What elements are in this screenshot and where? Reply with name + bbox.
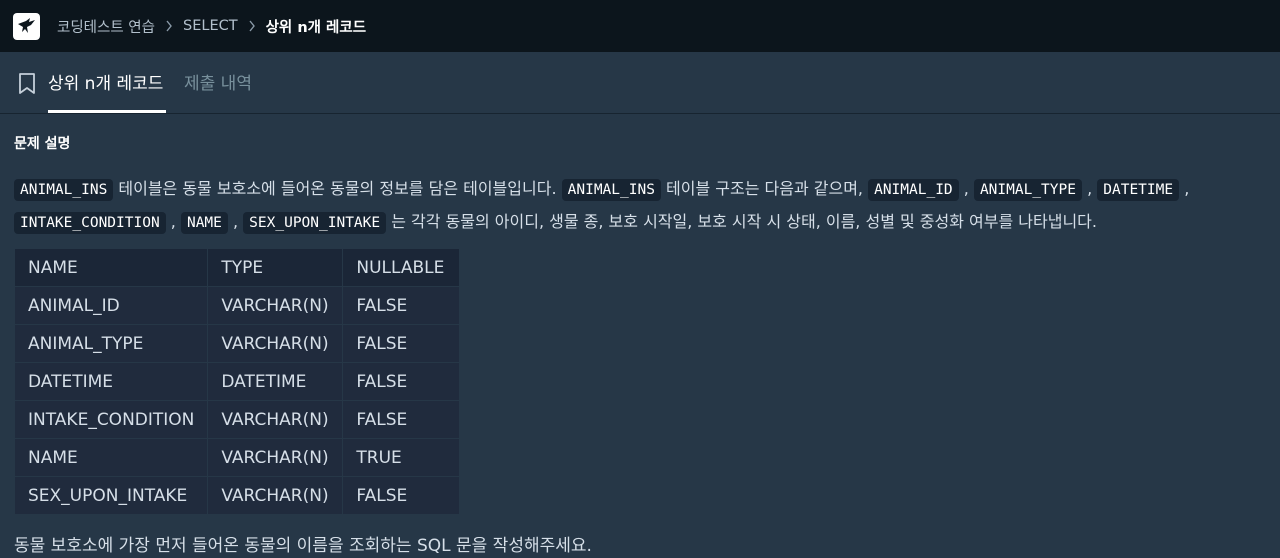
table-cell: VARCHAR(N)	[207, 438, 344, 477]
section-title: 문제 설명	[14, 136, 71, 152]
table-cell: FALSE	[342, 286, 461, 325]
tab-problem[interactable]: 상위 n개 레코드	[48, 69, 163, 94]
problem-description: ANIMAL_INS 테이블은 동물 보호소에 들어온 동물의 정보를 담은 테…	[14, 173, 1276, 239]
active-tab-indicator	[48, 110, 166, 113]
table-header-cell: NAME	[13, 248, 209, 287]
problem-question: 동물 보호소에 가장 먼저 들어온 동물의 이름을 조회하는 SQL 문을 작성…	[14, 536, 592, 556]
problem-content: 문제 설명 ANIMAL_INS 테이블은 동물 보호소에 들어온 동물의 정보…	[0, 115, 1280, 558]
code-intake-condition: INTAKE_CONDITION	[14, 212, 166, 234]
table-row: ANIMAL_ID VARCHAR(N) FALSE	[13, 286, 461, 325]
breadcrumb-select[interactable]: SELECT	[183, 18, 238, 34]
table-cell: ANIMAL_TYPE	[13, 324, 209, 363]
code-animal-id: ANIMAL_ID	[868, 179, 959, 201]
desc-text-3: 는 각각 동물의 아이디, 생물 종, 보호 시작일, 보호 시작 시 상태, …	[386, 212, 1097, 231]
table-row: DATETIME DATETIME FALSE	[13, 362, 461, 401]
table-header-row: NAME TYPE NULLABLE	[13, 248, 461, 287]
code-sex-upon-intake: SEX_UPON_INTAKE	[243, 212, 387, 234]
comma: ,	[170, 212, 176, 231]
table-row: ANIMAL_TYPE VARCHAR(N) FALSE	[13, 324, 461, 363]
table-cell: VARCHAR(N)	[207, 286, 344, 325]
table-header-cell: NULLABLE	[342, 248, 461, 287]
code-animal-ins: ANIMAL_INS	[14, 179, 114, 201]
table-header-cell: TYPE	[207, 248, 344, 287]
table-cell: FALSE	[342, 362, 461, 401]
table-row: SEX_UPON_INTAKE VARCHAR(N) FALSE	[13, 476, 461, 515]
breadcrumb-current-problem: 상위 n개 레코드	[265, 19, 367, 36]
comma: ,	[1184, 179, 1190, 198]
table-cell: SEX_UPON_INTAKE	[13, 476, 209, 515]
table-cell: TRUE	[342, 438, 461, 477]
table-cell: FALSE	[342, 324, 461, 363]
desc-text-2: 테이블 구조는 다음과 같으며,	[660, 179, 869, 198]
table-cell: ANIMAL_ID	[13, 286, 209, 325]
comma: ,	[963, 179, 969, 198]
table-cell: VARCHAR(N)	[207, 400, 344, 439]
table-cell: DATETIME	[207, 362, 344, 401]
table-cell: DATETIME	[13, 362, 209, 401]
table-row: NAME VARCHAR(N) TRUE	[13, 438, 461, 477]
comma: ,	[1087, 179, 1093, 198]
table-cell: VARCHAR(N)	[207, 324, 344, 363]
chevron-right-icon	[165, 20, 173, 32]
code-datetime: DATETIME	[1097, 179, 1180, 201]
code-animal-ins: ANIMAL_INS	[561, 179, 661, 201]
table-cell: NAME	[13, 438, 209, 477]
table-cell: VARCHAR(N)	[207, 476, 344, 515]
code-animal-type: ANIMAL_TYPE	[973, 179, 1082, 201]
top-navigation-bar: 코딩테스트 연습 SELECT 상위 n개 레코드	[0, 0, 1280, 52]
table-cell: FALSE	[342, 476, 461, 515]
desc-text-1: 테이블은 동물 보호소에 들어온 동물의 정보를 담은 테이블입니다.	[113, 179, 562, 198]
table-cell: FALSE	[342, 400, 461, 439]
tab-bar: 상위 n개 레코드 제출 내역	[0, 52, 1280, 114]
comma: ,	[232, 212, 239, 231]
table-row: INTAKE_CONDITION VARCHAR(N) FALSE	[13, 400, 461, 439]
chevron-right-icon	[248, 20, 256, 32]
programmers-logo-icon[interactable]	[13, 12, 40, 40]
table-cell: INTAKE_CONDITION	[13, 400, 209, 439]
breadcrumb-coding-test[interactable]: 코딩테스트 연습	[57, 16, 155, 37]
tab-submissions[interactable]: 제출 내역	[184, 69, 252, 94]
bookmark-icon[interactable]	[17, 72, 37, 96]
schema-table: NAME TYPE NULLABLE ANIMAL_ID VARCHAR(N) …	[13, 248, 461, 515]
code-name: NAME	[180, 212, 228, 234]
